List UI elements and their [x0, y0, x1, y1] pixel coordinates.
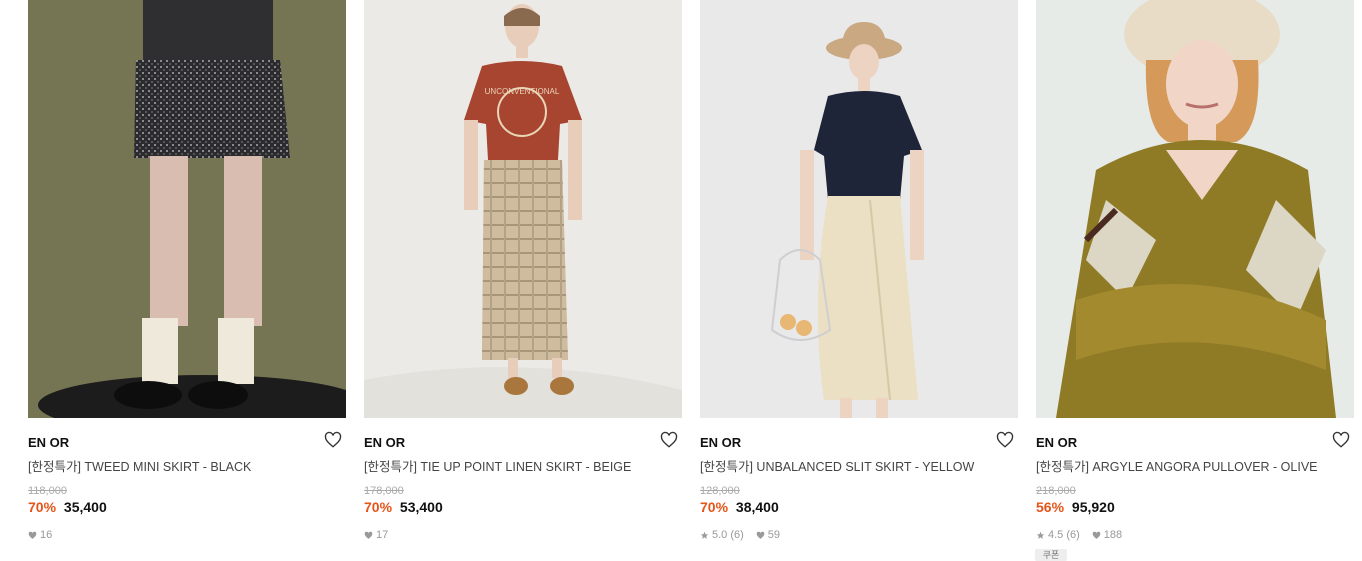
- heart-icon: [1092, 531, 1101, 539]
- product-card[interactable]: EN OR [한정특가] TWEED MINI SKIRT - BLACK 11…: [28, 0, 346, 541]
- star-icon: [1036, 531, 1045, 539]
- star-icon: [700, 531, 709, 539]
- product-name[interactable]: [한정특가] UNBALANCED SLIT SKIRT - YELLOW: [700, 456, 1018, 475]
- product-image[interactable]: [28, 0, 346, 418]
- product-card[interactable]: UNCONVENTIONAL EN OR [한정특가] TIE UP POINT…: [364, 0, 682, 541]
- brand-name[interactable]: EN OR: [1036, 435, 1077, 450]
- original-price: 128,000: [700, 485, 740, 497]
- coupon-badge: 쿠폰: [1035, 549, 1067, 561]
- heart-icon: [756, 531, 765, 539]
- heart-icon: [28, 531, 37, 539]
- rating: 4.5 (6): [1036, 529, 1080, 541]
- product-image[interactable]: [700, 0, 1018, 418]
- original-price: 118,000: [28, 485, 67, 497]
- likes: 188: [1092, 529, 1122, 541]
- discount-rate: 70%: [28, 499, 57, 515]
- product-image[interactable]: UNCONVENTIONAL: [364, 0, 682, 418]
- rating: 5.0 (6): [700, 529, 744, 541]
- likes-count: 16: [40, 529, 53, 541]
- wishlist-heart-icon[interactable]: [1332, 431, 1352, 451]
- likes-count: 17: [376, 529, 389, 541]
- product-image[interactable]: [1036, 0, 1354, 418]
- sale-price: 35,400: [63, 499, 107, 515]
- rating-value: 5.0 (6): [712, 529, 744, 541]
- product-meta: 4.5 (6) 188: [1036, 529, 1354, 541]
- brand-name[interactable]: EN OR: [700, 435, 741, 450]
- product-grid: EN OR [한정특가] TWEED MINI SKIRT - BLACK 11…: [0, 0, 1362, 561]
- wishlist-heart-icon[interactable]: [660, 431, 680, 451]
- rating-value: 4.5 (6): [1048, 529, 1080, 541]
- likes-count: 59: [767, 529, 781, 541]
- discount-rate: 70%: [364, 499, 393, 515]
- heart-icon: [364, 531, 373, 539]
- discount-rate: 56%: [1036, 499, 1065, 515]
- original-price: 178,000: [364, 485, 404, 497]
- discount-rate: 70%: [700, 499, 729, 515]
- product-card[interactable]: EN OR [한정특가] UNBALANCED SLIT SKIRT - YEL…: [700, 0, 1018, 541]
- product-meta: 16: [28, 529, 346, 541]
- product-name[interactable]: [한정특가] TWEED MINI SKIRT - BLACK: [28, 456, 346, 475]
- likes: 16: [28, 529, 52, 541]
- product-card[interactable]: EN OR [한정특가] ARGYLE ANGORA PULLOVER - OL…: [1036, 0, 1354, 541]
- sale-price: 53,400: [399, 499, 443, 515]
- product-name[interactable]: [한정특가] TIE UP POINT LINEN SKIRT - BEIGE: [364, 456, 682, 475]
- product-meta: 5.0 (6) 59: [700, 529, 1018, 541]
- svg-text:UNCONVENTIONAL: UNCONVENTIONAL: [485, 87, 560, 96]
- likes: 17: [364, 529, 388, 541]
- likes: 59: [756, 529, 780, 541]
- wishlist-heart-icon[interactable]: [324, 431, 344, 451]
- brand-name[interactable]: EN OR: [28, 435, 69, 450]
- original-price: 218,000: [1036, 485, 1076, 497]
- likes-count: 188: [1103, 529, 1123, 541]
- product-name[interactable]: [한정특가] ARGYLE ANGORA PULLOVER - OLIVE: [1036, 456, 1354, 475]
- sale-price: 38,400: [735, 499, 779, 515]
- sale-price: 95,920: [1071, 499, 1115, 515]
- brand-name[interactable]: EN OR: [364, 435, 405, 450]
- product-meta: 17: [364, 529, 682, 541]
- wishlist-heart-icon[interactable]: [996, 431, 1016, 451]
